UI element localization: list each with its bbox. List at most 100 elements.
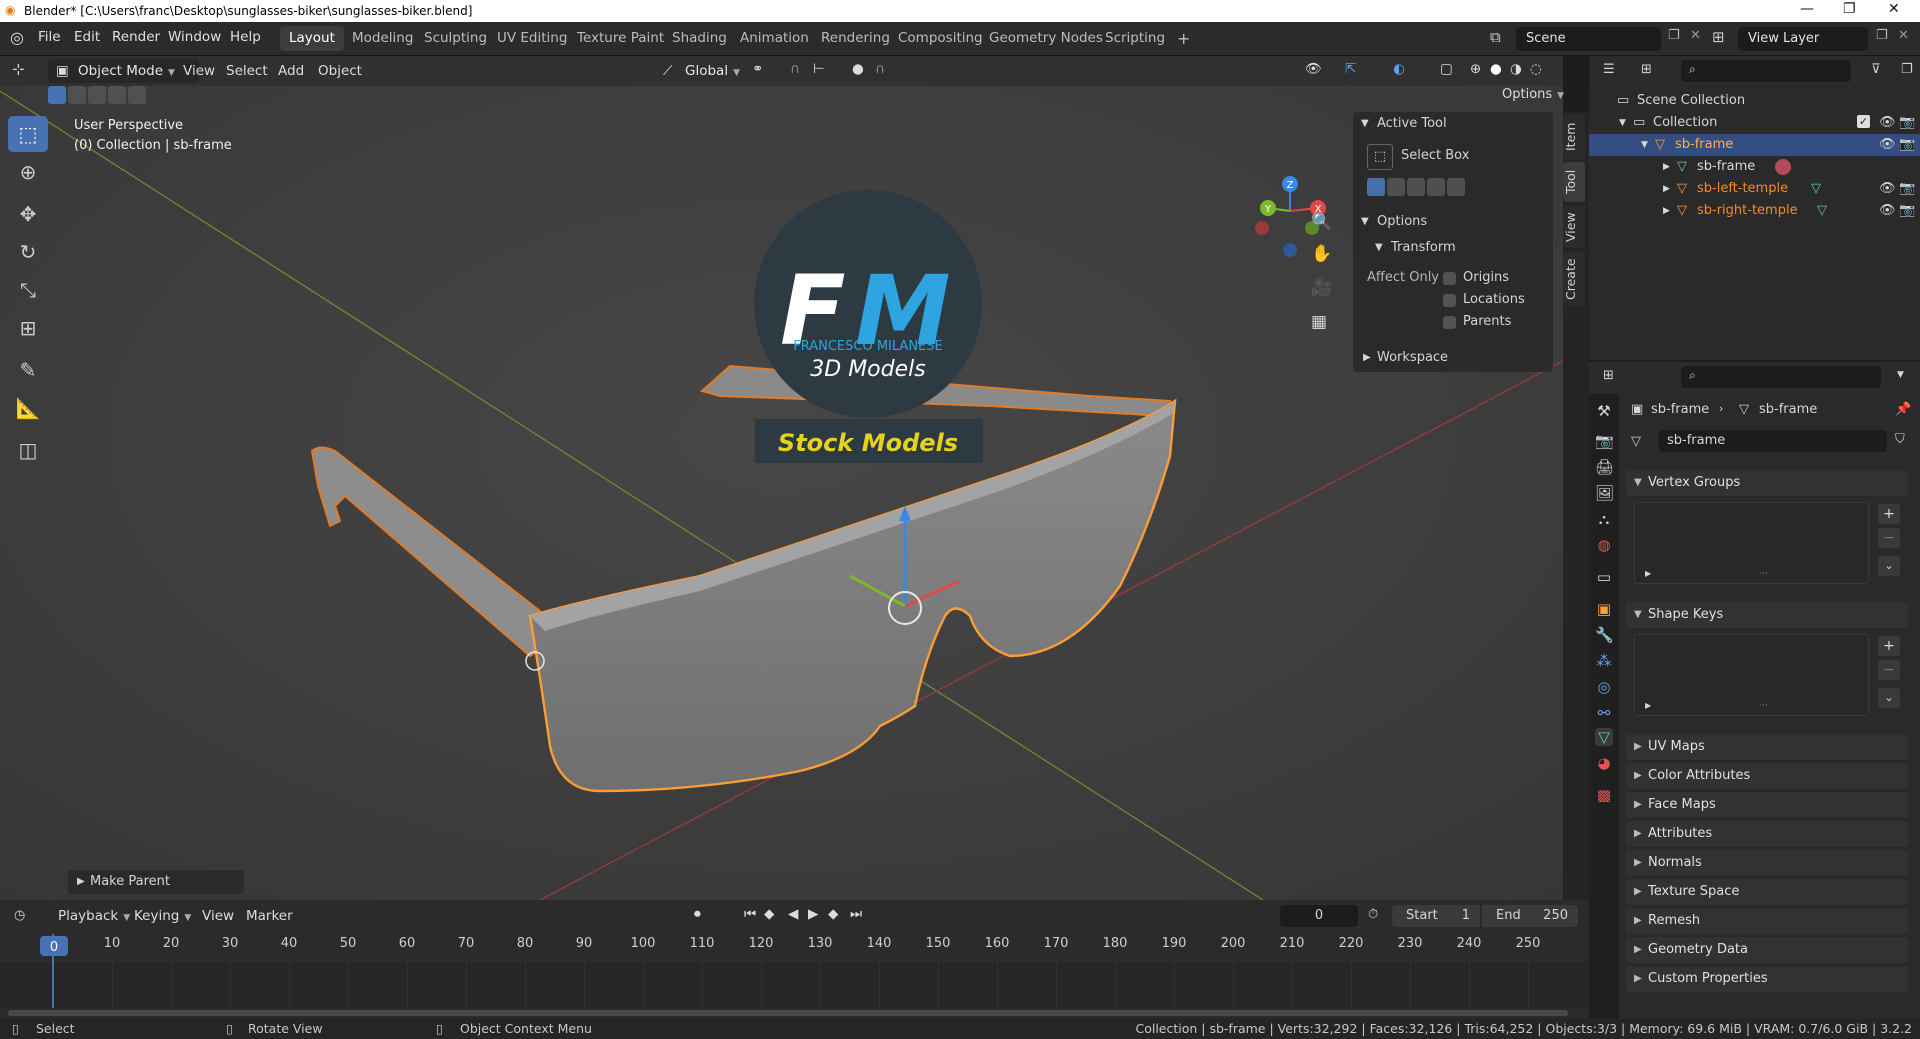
add-vertex-group-button[interactable]: + xyxy=(1878,504,1900,524)
3d-viewport[interactable]: F M FRANCESCO MILANESE 3D Models Stock M… xyxy=(0,56,1563,900)
panel-attributes[interactable]: ▶ Attributes xyxy=(1626,821,1908,847)
mesh-name-field[interactable]: sb-frame xyxy=(1659,430,1887,452)
nav-neg-z-axis[interactable] xyxy=(1283,243,1297,257)
outliner-scene-collection[interactable]: ▭ Scene Collection xyxy=(1589,90,1920,112)
last-operator-panel[interactable]: ▶ Make Parent xyxy=(68,870,244,894)
timeline-menu-marker[interactable]: Marker xyxy=(246,908,293,924)
tab-tool[interactable]: Tool xyxy=(1563,162,1585,202)
transform-tool-icon[interactable]: ⊞ xyxy=(8,310,48,346)
new-scene-icon[interactable]: ❐ xyxy=(1668,28,1680,43)
menu-window[interactable]: Window xyxy=(168,29,221,45)
timeline-scrollbar[interactable] xyxy=(8,1010,1568,1016)
camera-icon[interactable]: 📷 xyxy=(1899,178,1915,200)
view-layer-tab-icon[interactable]: 🖼 xyxy=(1595,484,1614,502)
outliner-item-sb-right-temple[interactable]: ▶ ▽ sb-right-temple ▽ 👁 📷 xyxy=(1589,200,1920,222)
camera-view-icon[interactable]: 🎥 xyxy=(1311,278,1332,298)
overlay-toggle-icon[interactable]: ◐ xyxy=(1393,61,1405,77)
chevron-down-icon[interactable]: ▼ xyxy=(1897,370,1904,380)
nav-neg-x-axis[interactable] xyxy=(1255,221,1269,235)
jump-end-icon[interactable]: ⏭ xyxy=(850,906,862,922)
tab-geometry-nodes[interactable]: Geometry Nodes xyxy=(980,26,1112,51)
remove-shape-key-button[interactable]: − xyxy=(1878,660,1900,680)
record-icon[interactable]: ⏺ xyxy=(694,906,701,922)
outliner-item-sb-frame-mesh[interactable]: ▶ ▽ sb-frame xyxy=(1589,156,1920,178)
tab-animation[interactable]: Animation xyxy=(731,26,818,51)
mode-subtract-icon[interactable] xyxy=(1407,178,1425,196)
viewport-menu-view[interactable]: View xyxy=(183,63,215,79)
tab-modeling[interactable]: Modeling xyxy=(343,26,422,51)
select-invert-icon[interactable] xyxy=(108,86,126,104)
constraints-tab-icon[interactable]: ⚯ xyxy=(1595,704,1613,722)
panel-shape-keys[interactable]: ▼ Shape Keys xyxy=(1626,602,1908,628)
play-reverse-icon[interactable]: ◀ xyxy=(788,906,798,922)
timeline-menu-playback[interactable]: Playback ▼ xyxy=(58,908,130,924)
close-icon[interactable]: ✕ xyxy=(1888,1,1900,17)
texture-tab-icon[interactable]: ▩ xyxy=(1595,786,1613,804)
pivot-icon[interactable]: ⚭ xyxy=(752,61,763,77)
current-frame-field[interactable]: 0 xyxy=(1280,905,1358,927)
expand-icon[interactable]: ▶ xyxy=(1645,701,1651,710)
zoom-icon[interactable]: 🔍 xyxy=(1311,212,1332,232)
tab-shading[interactable]: Shading xyxy=(663,26,736,51)
snap-icon[interactable]: ∩ xyxy=(790,61,800,77)
panel-custom-properties[interactable]: ▶ Custom Properties xyxy=(1626,966,1908,992)
properties-editor-icon[interactable]: ⊞ xyxy=(1603,368,1614,383)
proportional-edit-icon[interactable]: ● xyxy=(852,61,864,77)
view-layer-icon[interactable]: ⊞ xyxy=(1712,28,1725,46)
mode-intersect-icon[interactable] xyxy=(1447,178,1465,196)
tab-rendering[interactable]: Rendering xyxy=(812,26,899,51)
select-subtract-icon[interactable] xyxy=(88,86,106,104)
scale-tool-icon[interactable]: ⤡ xyxy=(8,272,48,308)
prev-keyframe-icon[interactable]: ◆ xyxy=(764,906,774,922)
world-tab-icon[interactable]: ◍ xyxy=(1595,536,1613,554)
tab-uv-editing[interactable]: UV Editing xyxy=(488,26,576,51)
view-layer-selector[interactable]: View Layer xyxy=(1738,27,1868,51)
menu-render[interactable]: Render xyxy=(112,29,160,45)
origins-checkbox[interactable] xyxy=(1443,272,1456,285)
mesh-data-browse-icon[interactable]: ▽ xyxy=(1631,434,1641,449)
modifier-tab-icon[interactable]: 🔧 xyxy=(1595,626,1614,644)
transform-header[interactable]: Transform xyxy=(1391,240,1456,255)
timeline-menu-view[interactable]: View xyxy=(202,908,234,924)
delete-scene-icon[interactable]: ✕ xyxy=(1690,28,1701,43)
render-tab-icon[interactable]: 📷 xyxy=(1595,432,1614,450)
options-dropdown[interactable]: Options ▼ xyxy=(1502,84,1564,106)
play-icon[interactable]: ▶ xyxy=(808,906,818,922)
material-tab-icon[interactable]: ◕ xyxy=(1595,754,1613,772)
mode-dropdown[interactable]: ▣ Object Mode ▼ xyxy=(48,59,199,83)
falloff-icon[interactable]: ∩ xyxy=(875,61,885,77)
outliner-item-sb-frame[interactable]: ▼ ▽ sb-frame 👁 📷 xyxy=(1589,134,1920,156)
mode-set-icon[interactable] xyxy=(1367,178,1385,196)
eye-icon[interactable]: 👁 xyxy=(1879,112,1896,134)
viewport-menu-add[interactable]: Add xyxy=(278,63,304,79)
physics-tab-icon[interactable]: ◎ xyxy=(1595,678,1613,696)
panel-remesh[interactable]: ▶ Remesh xyxy=(1626,908,1908,934)
panel-vertex-groups[interactable]: ▼ Vertex Groups xyxy=(1626,470,1908,496)
object-tab-icon[interactable]: ▣ xyxy=(1595,600,1613,618)
outliner-collection[interactable]: ▼ ▭ Collection ✓ 👁 📷 xyxy=(1589,112,1920,134)
minimize-icon[interactable]: — xyxy=(1800,1,1814,17)
tool-tab-icon[interactable]: ⚒ xyxy=(1595,402,1613,420)
visibility-icon[interactable]: 👁 xyxy=(1305,61,1322,77)
select-new-icon[interactable] xyxy=(48,86,66,104)
output-tab-icon[interactable]: 🖨 xyxy=(1595,458,1614,476)
mode-extend-icon[interactable] xyxy=(1387,178,1405,196)
end-frame-field[interactable]: End 250 xyxy=(1482,905,1578,927)
scene-icon[interactable]: ⧉ xyxy=(1490,28,1501,46)
camera-icon[interactable]: 📷 xyxy=(1899,112,1915,134)
annotate-tool-icon[interactable]: ✎ xyxy=(8,352,48,388)
camera-icon[interactable]: 📷 xyxy=(1899,134,1915,156)
vertex-groups-list[interactable]: ▶ ⋯ xyxy=(1634,502,1869,584)
rendered-shading-icon[interactable]: ◌ xyxy=(1530,61,1542,77)
new-collection-icon[interactable]: ❐ xyxy=(1901,62,1913,77)
tab-layout[interactable]: Layout xyxy=(280,26,344,51)
fake-user-icon[interactable]: ⛉ xyxy=(1895,432,1905,447)
delete-view-layer-icon[interactable]: ✕ xyxy=(1898,28,1909,43)
pan-hand-icon[interactable]: ✋ xyxy=(1311,244,1332,264)
menu-help[interactable]: Help xyxy=(230,29,261,45)
resize-grip-icon[interactable]: ⋯ xyxy=(1759,701,1768,711)
menu-file[interactable]: File xyxy=(38,29,61,45)
viewport-menu-object[interactable]: Object xyxy=(318,63,362,79)
solid-shading-icon[interactable]: ● xyxy=(1490,61,1502,77)
panel-geometry-data[interactable]: ▶ Geometry Data xyxy=(1626,937,1908,963)
